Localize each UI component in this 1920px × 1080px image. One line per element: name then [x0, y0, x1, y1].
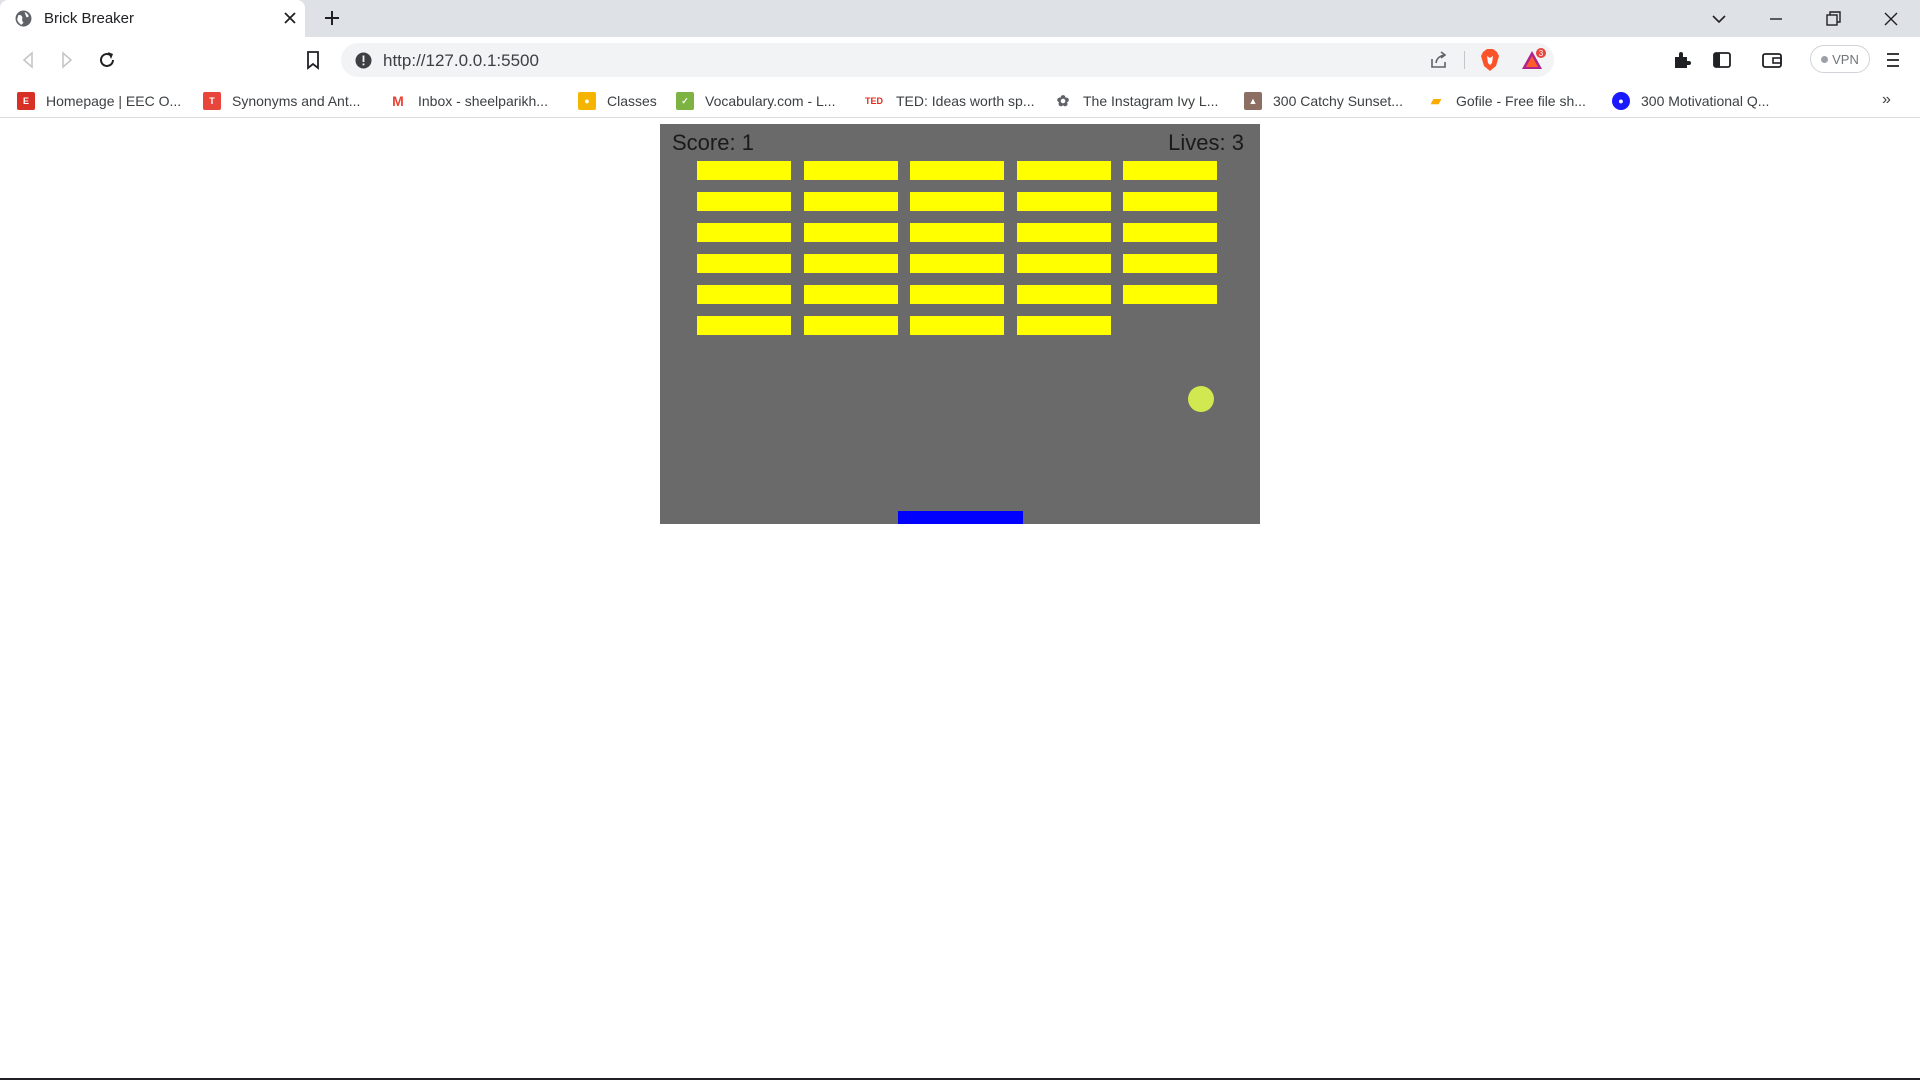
bookmark-item-motivational[interactable]: ● 300 Motivational Q...: [1612, 90, 1769, 112]
brick: [804, 223, 898, 242]
reload-icon[interactable]: [96, 49, 118, 71]
address-bar[interactable]: http://127.0.0.1:5500 3: [341, 43, 1554, 77]
tab-search-chevron-down-icon[interactable]: [1709, 9, 1729, 29]
bookmark-label: Classes: [607, 93, 657, 109]
lives-label: Lives: 3: [1168, 130, 1244, 155]
brick: [1123, 192, 1217, 211]
thesaurus-icon: T: [203, 92, 221, 110]
bookmark-item-ted[interactable]: TED TED: Ideas worth sp...: [863, 90, 1035, 112]
score-label: Score: 1: [672, 130, 754, 155]
brick: [910, 223, 1004, 242]
bookmark-label: Synonyms and Ant...: [232, 93, 361, 109]
bookmark-item-gofile[interactable]: ▰ Gofile - Free file sh...: [1427, 90, 1586, 112]
brick: [1123, 254, 1217, 273]
brick: [697, 254, 791, 273]
brick: [697, 192, 791, 211]
bookmark-label: TED: Ideas worth sp...: [896, 93, 1035, 109]
restore-icon[interactable]: [1823, 9, 1843, 29]
motivational-icon: ●: [1612, 92, 1630, 110]
close-tab-icon[interactable]: [281, 9, 299, 27]
brick: [1123, 161, 1217, 180]
brick: [1123, 285, 1217, 304]
brick: [1017, 316, 1111, 335]
extensions-icon[interactable]: [1671, 49, 1693, 71]
rewards-badge: 3: [1539, 49, 1544, 58]
globe-icon: [15, 10, 32, 27]
brave-rewards-icon[interactable]: 3: [1521, 48, 1547, 72]
bookmark-item-classes[interactable]: ● Classes: [578, 90, 657, 112]
tab-title: Brick Breaker: [44, 10, 135, 27]
brick: [697, 161, 791, 180]
brick: [697, 285, 791, 304]
wallet-icon[interactable]: [1761, 49, 1783, 71]
brick: [1017, 223, 1111, 242]
brick: [697, 316, 791, 335]
brick: [804, 254, 898, 273]
ivy-icon: ✿: [1056, 93, 1070, 110]
back-icon[interactable]: [17, 49, 39, 71]
bookmark-label: 300 Catchy Sunset...: [1273, 93, 1403, 109]
bookmark-label: Homepage | EEC O...: [46, 93, 182, 109]
bookmark-item-synonyms[interactable]: T Synonyms and Ant...: [203, 90, 360, 112]
brick: [910, 254, 1004, 273]
sidebar-icon[interactable]: [1711, 49, 1733, 71]
close-window-icon[interactable]: [1881, 9, 1901, 29]
brick: [804, 161, 898, 180]
bookmark-label: Vocabulary.com - L...: [705, 93, 836, 109]
bookmark-item-inbox[interactable]: M Inbox - sheelparikh...: [389, 90, 548, 112]
site-info-icon[interactable]: [355, 52, 372, 69]
brick: [910, 316, 1004, 335]
forward-icon[interactable]: [56, 49, 78, 71]
sunset-icon: ▲: [1244, 92, 1262, 110]
tab-strip: Brick Breaker: [0, 0, 1920, 37]
tab-brick-breaker[interactable]: Brick Breaker: [0, 0, 305, 37]
bookmark-item-vocabulary[interactable]: ✓ Vocabulary.com - L...: [676, 90, 835, 112]
bookmarks-bar: E Homepage | EEC O... T Synonyms and Ant…: [0, 83, 1920, 118]
gmail-icon: M: [392, 93, 404, 109]
brick: [1123, 223, 1217, 242]
brave-shields-icon[interactable]: [1479, 48, 1501, 72]
brick: [1017, 161, 1111, 180]
url-text[interactable]: http://127.0.0.1:5500: [383, 51, 539, 71]
vpn-label: VPN: [1832, 51, 1859, 67]
bookmark-label: The Instagram Ivy L...: [1083, 93, 1219, 109]
share-icon[interactable]: [1429, 50, 1449, 70]
bookmarks-overflow-icon[interactable]: »: [1882, 91, 1891, 109]
ball: [1188, 386, 1214, 412]
game-canvas[interactable]: Score: 1 Lives: 3: [660, 124, 1260, 524]
bookmark-item-instagram-ivy[interactable]: ✿ The Instagram Ivy L...: [1054, 90, 1219, 112]
bookmark-label: Gofile - Free file sh...: [1456, 93, 1586, 109]
bookmark-icon[interactable]: [302, 49, 324, 71]
brick: [804, 316, 898, 335]
toolbar: http://127.0.0.1:5500 3 VPN: [0, 37, 1920, 83]
brick: [1017, 285, 1111, 304]
vocabulary-icon: ✓: [676, 92, 694, 110]
bookmark-item-sunset[interactable]: ▲ 300 Catchy Sunset...: [1244, 90, 1403, 112]
brick: [910, 161, 1004, 180]
eec-icon: E: [17, 92, 35, 110]
minimize-icon[interactable]: [1766, 9, 1786, 29]
brick: [804, 192, 898, 211]
vpn-button[interactable]: VPN: [1810, 45, 1870, 73]
brick: [910, 192, 1004, 211]
brick: [910, 285, 1004, 304]
new-tab-icon[interactable]: [322, 8, 342, 28]
gofile-icon: ▰: [1431, 93, 1441, 108]
menu-icon[interactable]: [1882, 49, 1904, 71]
bookmark-label: Inbox - sheelparikh...: [418, 93, 548, 109]
brick: [1017, 192, 1111, 211]
bookmark-label: 300 Motivational Q...: [1641, 93, 1770, 109]
bookmark-item-eec[interactable]: E Homepage | EEC O...: [17, 90, 181, 112]
classroom-icon: ●: [578, 92, 596, 110]
brick: [804, 285, 898, 304]
brick: [1017, 254, 1111, 273]
brick: [697, 223, 791, 242]
ted-icon: TED: [865, 96, 883, 106]
paddle[interactable]: [898, 511, 1023, 524]
omnibox-divider: [1464, 51, 1465, 69]
vpn-status-dot: [1821, 55, 1829, 63]
